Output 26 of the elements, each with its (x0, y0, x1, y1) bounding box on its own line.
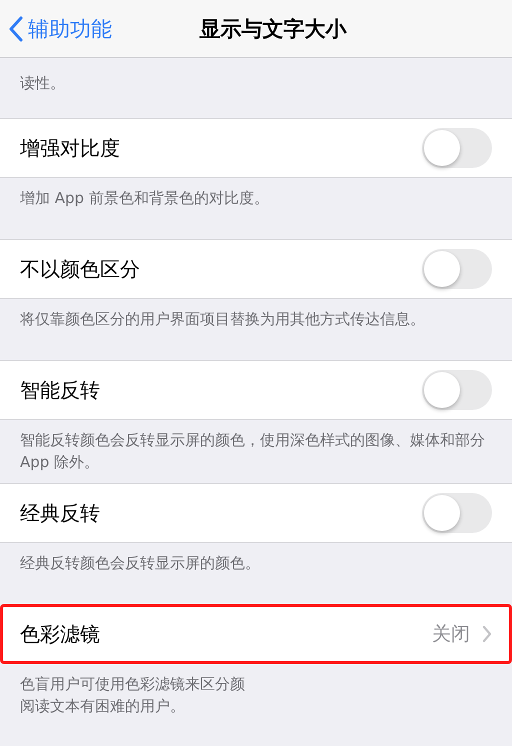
toggle-switch[interactable] (422, 249, 492, 289)
settings-row[interactable]: 经典反转 (0, 483, 512, 543)
settings-row[interactable]: 增强对比度 (0, 118, 512, 178)
section-footer-text: 色盲用户可使用色彩滤镜来区分颜 (20, 674, 246, 695)
row-label: 色彩滤镜 (20, 620, 101, 648)
row-label: 经典反转 (20, 500, 101, 526)
page-title: 显示与文字大小 (198, 16, 346, 42)
section-footer-text: 经典反转颜色会反转显示屏的颜色。 (20, 553, 261, 574)
settings-row[interactable]: 色彩滤镜 关闭 (0, 604, 512, 664)
row-value: 关闭 (432, 622, 470, 647)
row-label: 增强对比度 (20, 134, 121, 162)
row-label: 不以颜色区分 (20, 256, 141, 282)
settings-row[interactable]: 不以颜色区分 (0, 239, 512, 299)
chevron-right-icon (482, 625, 492, 643)
section-footer-text: 将仅靠颜色区分的用户界面项目替换为用其他方式传达信息。 (20, 309, 426, 330)
toggle-switch[interactable] (422, 128, 492, 168)
section-footer-text: 读性。 (19, 73, 66, 94)
section-footer-text: 智能反转颜色会反转显示屏的颜色，使用深色样式的图像、媒体和部分 App 除外。 (20, 430, 486, 473)
toggle-switch[interactable] (422, 370, 492, 410)
toggle-switch[interactable] (422, 493, 492, 533)
section-footer-text: 阅读文本有困难的用户。 (20, 696, 186, 717)
settings-row[interactable]: 智能反转 (0, 360, 512, 420)
section-footer-text: 增加 App 前景色和背景色的对比度。 (20, 188, 270, 209)
back-chevron-icon (8, 16, 24, 42)
row-label: 智能反转 (20, 376, 101, 404)
back-button[interactable]: 辅助功能 (0, 14, 112, 42)
